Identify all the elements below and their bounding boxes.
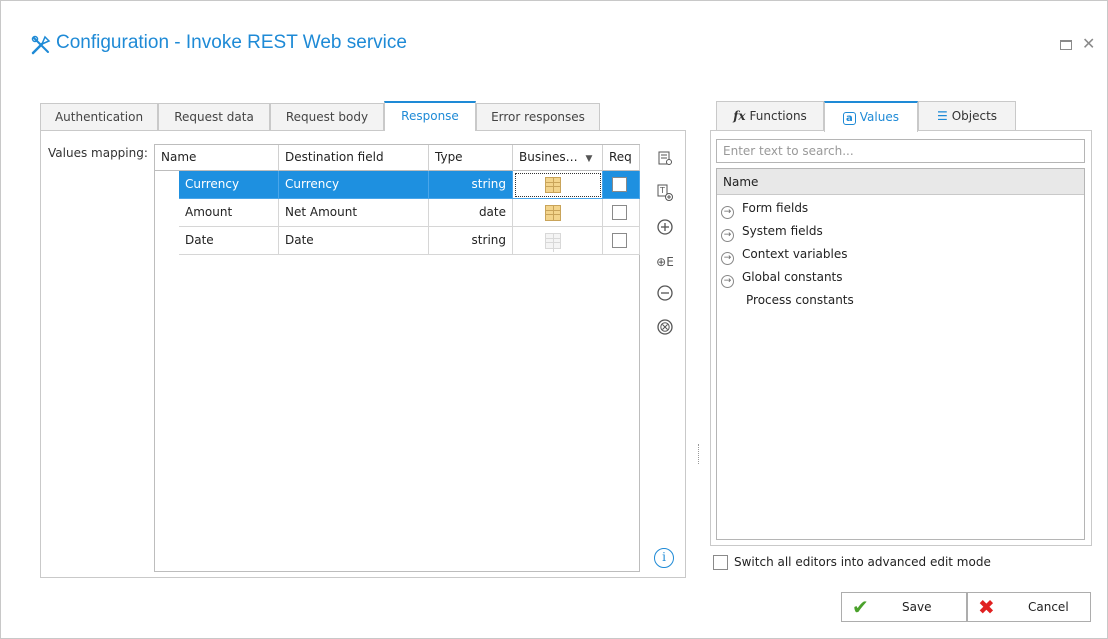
tree-item-label: System fields (742, 224, 823, 238)
cell-business[interactable] (513, 227, 603, 255)
expand-icon[interactable]: → (721, 206, 734, 219)
column-header-name[interactable]: Name (155, 145, 279, 171)
column-header-business-label: Busines… (519, 150, 578, 164)
cell-business[interactable] (513, 199, 603, 227)
cell-required[interactable] (603, 199, 640, 227)
tab-request-data[interactable]: Request data (158, 103, 270, 131)
business-rule-icon[interactable] (545, 177, 561, 193)
tools-icon (31, 35, 51, 55)
tree-item-global-constants[interactable]: → Global constants (721, 266, 843, 288)
close-button[interactable]: ✕ (1082, 34, 1095, 53)
cancel-button[interactable]: ✖ Cancel (967, 592, 1091, 622)
tree-item-label: Context variables (742, 247, 848, 261)
tree-item-context-variables[interactable]: → Context variables (721, 243, 848, 265)
column-header-type[interactable]: Type (429, 145, 513, 171)
cancel-x-icon: ✖ (978, 595, 995, 619)
add-expression-icon[interactable]: ⊕E (655, 252, 675, 272)
tree-item-label: Form fields (742, 201, 809, 215)
cancel-label: Cancel (1028, 600, 1069, 614)
table-row[interactable]: Amount Net Amount date (179, 199, 640, 227)
expand-icon[interactable]: → (721, 252, 734, 265)
tab-authentication[interactable]: Authentication (40, 103, 158, 131)
tab-request-body[interactable]: Request body (270, 103, 384, 131)
tree-item-process-constants[interactable]: Process constants (746, 289, 854, 311)
tab-values-label: Values (859, 110, 899, 124)
required-checkbox[interactable] (612, 205, 627, 220)
cell-type[interactable]: string (429, 171, 513, 199)
tab-functions-label: Functions (749, 109, 807, 123)
dialog-title: Configuration - Invoke REST Web service (56, 32, 407, 53)
info-icon[interactable]: i (654, 548, 674, 568)
tree-item-form-fields[interactable]: → Form fields (721, 197, 808, 219)
column-header-required[interactable]: Req (603, 145, 640, 171)
maximize-button[interactable] (1060, 40, 1072, 50)
tab-objects[interactable]: ☰ Objects (918, 101, 1016, 131)
required-checkbox[interactable] (612, 233, 627, 248)
add-text-icon[interactable]: T (655, 184, 675, 204)
functions-icon: fx (733, 109, 746, 123)
table-row[interactable]: Date Date string (179, 227, 640, 255)
table-row[interactable]: Currency Currency string (179, 171, 640, 199)
tree-item-label: Process constants (746, 293, 854, 307)
save-button[interactable]: ✔ Save (841, 592, 967, 622)
search-input[interactable] (716, 139, 1085, 163)
cell-destination[interactable]: Date (279, 227, 429, 255)
add-icon[interactable] (655, 218, 675, 238)
expand-icon[interactable]: → (721, 229, 734, 242)
cell-name[interactable]: Amount (179, 199, 279, 227)
cell-type[interactable]: string (429, 227, 513, 255)
tree-item-label: Global constants (742, 270, 843, 284)
required-checkbox[interactable] (612, 177, 627, 192)
expand-icon[interactable]: → (721, 275, 734, 288)
values-mapping-label: Values mapping: (48, 146, 148, 160)
tab-error-responses[interactable]: Error responses (476, 103, 600, 131)
column-header-destination[interactable]: Destination field (279, 145, 429, 171)
values-tree[interactable]: Name → Form fields → System fields → Contex… (716, 168, 1085, 540)
remove-all-icon[interactable] (655, 318, 675, 338)
values-icon: a (843, 112, 856, 125)
tree-item-system-fields[interactable]: → System fields (721, 220, 823, 242)
browse-icon[interactable] (655, 150, 675, 170)
business-rule-icon[interactable] (545, 205, 561, 221)
filter-dropdown-icon[interactable]: ▼ (586, 154, 593, 164)
cell-name[interactable]: Currency (179, 171, 279, 199)
cell-name[interactable]: Date (179, 227, 279, 255)
cell-type[interactable]: date (429, 199, 513, 227)
cell-destination[interactable]: Net Amount (279, 199, 429, 227)
values-mapping-grid[interactable]: Name Destination field Type Busines… ▼ R… (154, 144, 640, 572)
advanced-mode-label[interactable]: Switch all editors into advanced edit mo… (734, 555, 991, 569)
tree-header[interactable]: Name (717, 169, 1084, 195)
tab-objects-label: Objects (951, 109, 998, 123)
cell-required[interactable] (603, 227, 640, 255)
remove-icon[interactable] (655, 284, 675, 304)
panel-splitter[interactable] (698, 444, 700, 464)
cell-business[interactable] (513, 171, 603, 199)
checkmark-icon: ✔ (852, 595, 869, 619)
save-label: Save (902, 600, 932, 614)
advanced-mode-checkbox[interactable] (713, 555, 728, 570)
cell-required[interactable] (603, 171, 640, 199)
objects-icon: ☰ (936, 109, 948, 123)
tab-response[interactable]: Response (384, 101, 476, 131)
tab-functions[interactable]: fx Functions (716, 101, 824, 131)
cell-destination[interactable]: Currency (279, 171, 429, 199)
svg-text:T: T (659, 186, 665, 195)
tab-values[interactable]: a Values (824, 101, 918, 132)
business-rule-icon[interactable] (545, 233, 561, 249)
column-header-business[interactable]: Busines… ▼ (513, 145, 603, 171)
